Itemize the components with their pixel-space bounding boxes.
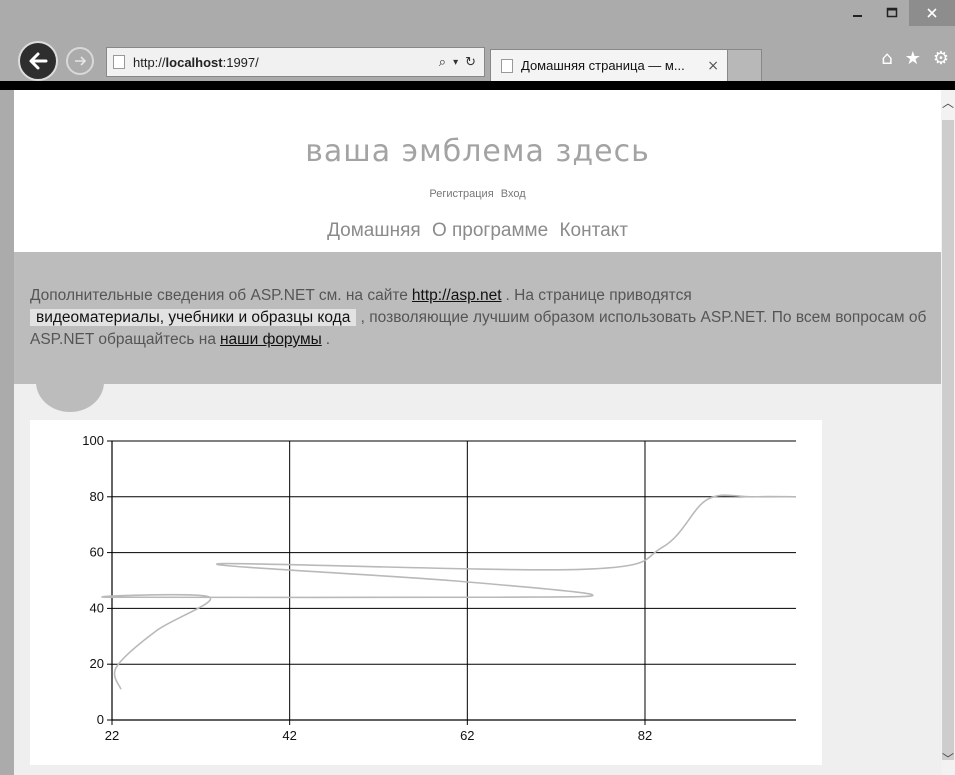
arrow-left-icon bbox=[29, 52, 48, 70]
browser-chrome: http://localhost:1997/ ⌕ ▾ ↻ Домашняя ст… bbox=[0, 0, 955, 81]
url-suffix: :1997/ bbox=[222, 54, 259, 70]
chart-container: 0 20 40 60 80 100 22 42 62 82 bbox=[30, 420, 822, 765]
dropdown-icon[interactable]: ▾ bbox=[453, 57, 458, 68]
tab-home[interactable]: Домашняя страница — м... × bbox=[490, 49, 728, 81]
y-tick-label: 0 bbox=[97, 712, 104, 727]
browser-toolbar-icons: ⌂ ★ ⚙ bbox=[881, 48, 949, 69]
page-icon bbox=[113, 55, 125, 69]
address-url[interactable]: http://localhost:1997/ bbox=[133, 55, 439, 70]
home-icon[interactable]: ⌂ bbox=[881, 48, 892, 69]
search-icon[interactable]: ⌕ bbox=[439, 55, 446, 70]
maximize-button[interactable] bbox=[875, 0, 909, 26]
close-icon bbox=[927, 8, 937, 18]
login-links: Регистрация Вход bbox=[14, 188, 941, 200]
y-tick-label: 60 bbox=[90, 545, 104, 560]
y-tick-label: 40 bbox=[90, 600, 104, 615]
resources-highlight[interactable]: видеоматериалы, учебники и образцы кода bbox=[30, 309, 357, 326]
main-menu: Домашняя О программе Контакт bbox=[14, 220, 941, 242]
forums-link[interactable]: наши форумы bbox=[220, 331, 322, 348]
forward-button[interactable] bbox=[66, 47, 94, 75]
x-tick-label: 22 bbox=[105, 728, 119, 743]
x-tick-label: 82 bbox=[638, 728, 652, 743]
maximize-icon bbox=[886, 7, 898, 18]
line-chart: 0 20 40 60 80 100 22 42 62 82 bbox=[82, 433, 797, 743]
featured-text: Дополнительные сведения об ASP.NET см. н… bbox=[30, 285, 930, 351]
url-prefix: http:// bbox=[133, 54, 166, 70]
address-tools: ⌕ ▾ ↻ bbox=[439, 55, 476, 70]
back-button[interactable] bbox=[18, 41, 58, 81]
toolbar-divider bbox=[0, 81, 955, 90]
featured-text-part: . На странице приводятся bbox=[505, 287, 692, 304]
menu-item-contact[interactable]: Контакт bbox=[559, 220, 627, 241]
x-tick-label: 42 bbox=[282, 728, 296, 743]
url-host: localhost bbox=[165, 54, 223, 70]
menu-item-about[interactable]: О программе bbox=[432, 220, 548, 241]
arrow-right-icon bbox=[75, 56, 87, 66]
scrollbar-thumb[interactable] bbox=[942, 120, 954, 760]
minimize-icon bbox=[853, 15, 862, 17]
login-link[interactable]: Вход bbox=[501, 188, 526, 200]
page-icon bbox=[501, 58, 513, 73]
scroll-up-icon[interactable]: ︿ bbox=[941, 94, 955, 111]
minimize-button[interactable] bbox=[841, 0, 875, 26]
close-window-button[interactable] bbox=[909, 0, 955, 26]
y-tick-label: 100 bbox=[82, 433, 104, 448]
y-tick-label: 80 bbox=[90, 489, 104, 504]
asp-net-link[interactable]: http://asp.net bbox=[412, 287, 502, 304]
address-bar[interactable]: http://localhost:1997/ ⌕ ▾ ↻ bbox=[106, 47, 485, 77]
tab-title: Домашняя страница — м... bbox=[521, 58, 685, 73]
refresh-icon[interactable]: ↻ bbox=[465, 55, 476, 70]
vertical-scrollbar[interactable]: ︿ ﹀ bbox=[941, 90, 955, 775]
gear-icon[interactable]: ⚙ bbox=[933, 48, 949, 69]
featured-section: Дополнительные сведения об ASP.NET см. н… bbox=[14, 252, 941, 384]
menu-item-home[interactable]: Домашняя bbox=[327, 220, 421, 241]
series-line bbox=[101, 494, 797, 690]
decorative-circle bbox=[36, 352, 104, 412]
favorites-star-icon[interactable]: ★ bbox=[905, 48, 921, 69]
new-tab-button[interactable] bbox=[728, 49, 762, 81]
page-viewport: ваша эмблема здесь Регистрация Вход Дома… bbox=[14, 90, 941, 775]
register-link[interactable]: Регистрация bbox=[429, 188, 493, 200]
scroll-down-icon[interactable]: ﹀ bbox=[941, 750, 955, 767]
featured-text-part: Дополнительные сведения об ASP.NET см. н… bbox=[30, 287, 408, 304]
site-logo[interactable]: ваша эмблема здесь bbox=[14, 134, 941, 169]
y-tick-label: 20 bbox=[90, 656, 104, 671]
x-tick-label: 62 bbox=[460, 728, 474, 743]
site-header: ваша эмблема здесь Регистрация Вход Дома… bbox=[14, 90, 941, 252]
featured-text-part: . bbox=[325, 331, 331, 348]
tab-close-icon[interactable]: × bbox=[707, 58, 719, 74]
window-controls bbox=[841, 0, 955, 26]
